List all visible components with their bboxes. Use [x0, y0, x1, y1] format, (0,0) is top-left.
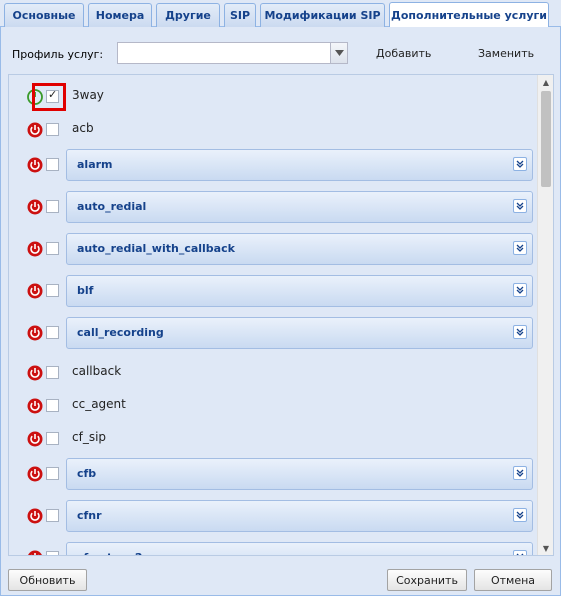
expand-toggle-icon[interactable] [513, 508, 527, 522]
service-row: auto_redial_with_callback [9, 231, 537, 273]
tab-bar: Основные Номера Другие SIP Модификации S… [0, 0, 561, 27]
service-label: 3way [72, 88, 104, 102]
power-off-icon[interactable] [27, 365, 43, 381]
service-group-title: auto_redial_with_callback [77, 242, 235, 255]
power-off-icon[interactable] [27, 431, 43, 447]
service-group-title: cfb [77, 467, 97, 480]
service-checkbox[interactable] [46, 123, 59, 136]
service-group-title: blf [77, 284, 94, 297]
expand-toggle-icon[interactable] [513, 550, 527, 555]
service-group[interactable]: cfnr [66, 500, 533, 532]
tab-sip[interactable]: SIP [224, 3, 256, 27]
power-off-icon[interactable] [27, 157, 43, 173]
expand-toggle-icon[interactable] [513, 325, 527, 339]
power-off-icon[interactable] [27, 122, 43, 138]
power-off-icon[interactable] [27, 283, 43, 299]
service-group-title: alarm [77, 158, 113, 171]
expand-toggle-icon[interactable] [513, 466, 527, 480]
power-off-icon[interactable] [27, 199, 43, 215]
service-checkbox[interactable] [46, 551, 59, 555]
service-row: auto_redial [9, 189, 537, 231]
service-row: blf [9, 273, 537, 315]
service-row: cfnr_type2 [9, 540, 537, 556]
service-checkbox[interactable] [46, 399, 59, 412]
service-group[interactable]: auto_redial [66, 191, 533, 223]
refresh-button[interactable]: Обновить [8, 569, 87, 591]
chevron-down-icon [334, 50, 344, 56]
service-label: acb [72, 121, 94, 135]
power-off-icon[interactable] [27, 550, 43, 556]
service-label: cc_agent [72, 397, 126, 411]
service-group[interactable]: auto_redial_with_callback [66, 233, 533, 265]
service-checkbox[interactable] [46, 88, 59, 103]
service-checkbox[interactable] [46, 284, 59, 297]
service-group-title: cfnr_type2 [77, 551, 142, 555]
service-row: acb [9, 114, 537, 147]
scrollbar[interactable]: ▲ ▼ [537, 75, 553, 555]
service-group[interactable]: blf [66, 275, 533, 307]
expand-toggle-icon[interactable] [513, 283, 527, 297]
scrollbar-thumb[interactable] [541, 91, 551, 187]
add-profile-button[interactable]: Добавить [376, 47, 431, 60]
service-checkbox[interactable] [46, 509, 59, 522]
service-checkbox[interactable] [46, 326, 59, 339]
service-row: cf_sip [9, 423, 537, 456]
service-checkbox[interactable] [46, 366, 59, 379]
service-row: 3way [9, 81, 537, 114]
service-row: callback [9, 357, 537, 390]
service-group[interactable]: alarm [66, 149, 533, 181]
expand-toggle-icon[interactable] [513, 199, 527, 213]
profile-dropdown-button[interactable] [330, 43, 347, 63]
service-group[interactable]: call_recording [66, 317, 533, 349]
footer-toolbar: Обновить Сохранить Отмена [0, 561, 561, 596]
service-row: alarm [9, 147, 537, 189]
scroll-down-arrow-icon[interactable]: ▼ [538, 541, 553, 555]
service-checkbox[interactable] [46, 158, 59, 171]
service-row: cc_agent [9, 390, 537, 423]
power-off-icon[interactable] [27, 466, 43, 482]
power-off-icon[interactable] [27, 508, 43, 524]
service-row: cfb [9, 456, 537, 498]
power-off-icon[interactable] [27, 241, 43, 257]
service-label: cf_sip [72, 430, 107, 444]
profile-label: Профиль услуг: [12, 48, 104, 61]
service-group-title: cfnr [77, 509, 102, 522]
service-label: callback [72, 364, 122, 378]
service-checkbox[interactable] [46, 432, 59, 445]
cancel-button[interactable]: Отмена [474, 569, 552, 591]
save-button[interactable]: Сохранить [387, 569, 467, 591]
service-group[interactable]: cfnr_type2 [66, 542, 533, 555]
service-checkbox[interactable] [46, 467, 59, 480]
expand-toggle-icon[interactable] [513, 157, 527, 171]
power-off-icon[interactable] [27, 398, 43, 414]
power-off-icon[interactable] [27, 325, 43, 341]
service-group[interactable]: cfb [66, 458, 533, 490]
profile-select[interactable] [117, 42, 348, 64]
tab-sip-modifications[interactable]: Модификации SIP [260, 3, 385, 27]
service-row: call_recording [9, 315, 537, 357]
service-row: cfnr [9, 498, 537, 540]
tab-main[interactable]: Основные [4, 3, 84, 27]
tab-numbers[interactable]: Номера [88, 3, 152, 27]
services-list[interactable]: cfnr_type2 cfnr cfb cf_sip cc_agent callback c… [8, 74, 554, 556]
replace-profile-button[interactable]: Заменить [478, 47, 534, 60]
service-group-title: auto_redial [77, 200, 147, 213]
tab-other[interactable]: Другие [156, 3, 220, 27]
expand-toggle-icon[interactable] [513, 241, 527, 255]
service-checkbox[interactable] [46, 242, 59, 255]
service-checkbox[interactable] [46, 200, 59, 213]
scroll-up-arrow-icon[interactable]: ▲ [538, 75, 553, 89]
tab-additional-services[interactable]: Дополнительные услуги [389, 2, 549, 27]
service-group-title: call_recording [77, 326, 164, 339]
